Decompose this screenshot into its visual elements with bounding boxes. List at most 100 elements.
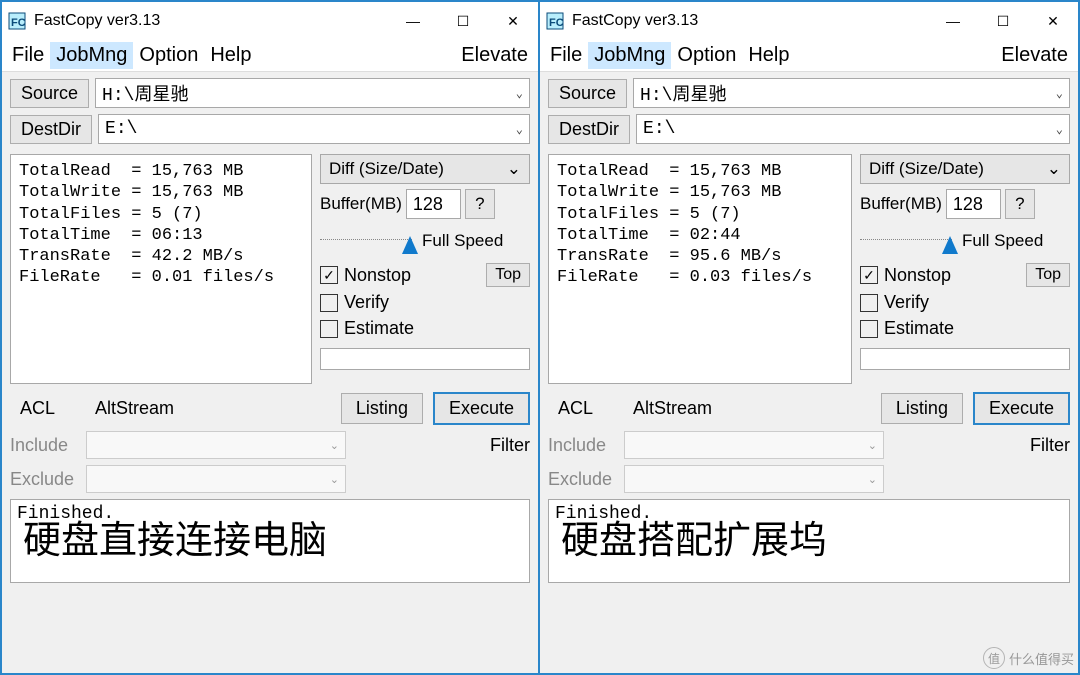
- caption-left: 硬盘直接连接电脑: [17, 522, 523, 560]
- maximize-button[interactable]: ☐: [438, 2, 488, 40]
- app-icon: FC: [8, 12, 26, 30]
- exclude-label: Exclude: [10, 469, 78, 490]
- minimize-button[interactable]: —: [388, 2, 438, 40]
- menu-elevate[interactable]: Elevate: [995, 42, 1074, 69]
- destdir-button[interactable]: DestDir: [10, 115, 92, 144]
- window-title: FastCopy ver3.13: [572, 12, 698, 30]
- menu-option[interactable]: Option: [671, 42, 742, 69]
- verify-checkbox[interactable]: [320, 294, 338, 312]
- speed-label: Full Speed: [422, 231, 503, 251]
- buffer-label: Buffer(MB): [860, 194, 942, 214]
- help-button[interactable]: ?: [1005, 189, 1035, 219]
- menu-help[interactable]: Help: [204, 42, 257, 69]
- altstream-label: AltStream: [95, 398, 174, 419]
- svg-text:FC: FC: [11, 17, 26, 29]
- menu-jobmng[interactable]: JobMng: [588, 42, 671, 69]
- log-box: Finished. 硬盘搭配扩展坞: [548, 499, 1070, 583]
- destdir-value: E:\: [105, 119, 137, 139]
- exclude-label: Exclude: [548, 469, 616, 490]
- verify-label: Verify: [344, 292, 389, 313]
- buffer-input[interactable]: [406, 189, 461, 219]
- watermark-icon: 值: [983, 647, 1005, 669]
- source-value: H:\周星驰: [102, 80, 188, 106]
- log-box: Finished. 硬盘直接连接电脑: [10, 499, 530, 583]
- top-button[interactable]: Top: [486, 263, 530, 287]
- include-label: Include: [10, 435, 78, 456]
- close-button[interactable]: ✕: [1028, 2, 1078, 40]
- verify-label: Verify: [884, 292, 929, 313]
- exclude-combo[interactable]: ⌄: [86, 465, 346, 493]
- window-right: FC FastCopy ver3.13 — ☐ ✕ File JobMng Op…: [540, 2, 1078, 673]
- stats-box: TotalRead = 15,763 MB TotalWrite = 15,76…: [10, 154, 312, 384]
- acl-label: ACL: [20, 398, 55, 419]
- blank-field: [320, 348, 530, 370]
- app-icon: FC: [546, 12, 564, 30]
- window-title: FastCopy ver3.13: [34, 12, 160, 30]
- include-combo[interactable]: ⌄: [624, 431, 884, 459]
- destdir-combo[interactable]: E:\ ⌄: [636, 114, 1070, 144]
- close-button[interactable]: ✕: [488, 2, 538, 40]
- menu-elevate[interactable]: Elevate: [455, 42, 534, 69]
- listing-button[interactable]: Listing: [881, 393, 963, 424]
- source-value: H:\周星驰: [640, 80, 726, 106]
- nonstop-label: Nonstop: [884, 265, 951, 286]
- top-button[interactable]: Top: [1026, 263, 1070, 287]
- titlebar: FC FastCopy ver3.13 — ☐ ✕: [2, 2, 538, 40]
- watermark: 值 什么值得买: [983, 647, 1074, 669]
- slider-thumb-icon[interactable]: [942, 236, 958, 254]
- include-combo[interactable]: ⌄: [86, 431, 346, 459]
- listing-button[interactable]: Listing: [341, 393, 423, 424]
- slider-thumb-icon[interactable]: [402, 236, 418, 254]
- estimate-checkbox[interactable]: [320, 320, 338, 338]
- speed-slider[interactable]: [860, 239, 952, 244]
- execute-button[interactable]: Execute: [433, 392, 530, 425]
- minimize-button[interactable]: —: [928, 2, 978, 40]
- chevron-down-icon: ⌄: [1047, 159, 1061, 179]
- speed-slider[interactable]: [320, 239, 412, 244]
- destdir-combo[interactable]: E:\⌄: [98, 114, 530, 144]
- menu-help[interactable]: Help: [742, 42, 795, 69]
- chevron-down-icon: ⌄: [330, 473, 339, 486]
- chevron-down-icon: ⌄: [516, 86, 523, 101]
- menu-jobmng[interactable]: JobMng: [50, 42, 133, 69]
- chevron-down-icon: ⌄: [330, 439, 339, 452]
- estimate-checkbox[interactable]: [860, 320, 878, 338]
- nonstop-checkbox[interactable]: ✓: [860, 266, 878, 284]
- execute-button[interactable]: Execute: [973, 392, 1070, 425]
- filter-label: Filter: [1030, 435, 1070, 456]
- include-label: Include: [548, 435, 616, 456]
- buffer-input[interactable]: [946, 189, 1001, 219]
- caption-right: 硬盘搭配扩展坞: [555, 522, 1063, 560]
- exclude-combo[interactable]: ⌄: [624, 465, 884, 493]
- window-left: FC FastCopy ver3.13 — ☐ ✕ File JobMng Op…: [2, 2, 540, 673]
- acl-label: ACL: [558, 398, 593, 419]
- menubar: File JobMng Option Help Elevate: [540, 40, 1078, 72]
- buffer-label: Buffer(MB): [320, 194, 402, 214]
- source-combo[interactable]: H:\周星驰 ⌄: [95, 78, 530, 108]
- menu-option[interactable]: Option: [133, 42, 204, 69]
- chevron-down-icon: ⌄: [1056, 122, 1063, 137]
- chevron-down-icon: ⌄: [507, 159, 521, 179]
- mode-select[interactable]: Diff (Size/Date)⌄: [860, 154, 1070, 184]
- source-combo[interactable]: H:\周星驰⌄: [633, 78, 1070, 108]
- estimate-label: Estimate: [884, 318, 954, 339]
- titlebar: FC FastCopy ver3.13 — ☐ ✕: [540, 2, 1078, 40]
- watermark-text: 什么值得买: [1009, 649, 1074, 668]
- help-button[interactable]: ?: [465, 189, 495, 219]
- source-button[interactable]: Source: [548, 79, 627, 108]
- speed-label: Full Speed: [962, 231, 1043, 251]
- altstream-label: AltStream: [633, 398, 712, 419]
- source-button[interactable]: Source: [10, 79, 89, 108]
- menu-file[interactable]: File: [6, 42, 50, 69]
- nonstop-label: Nonstop: [344, 265, 411, 286]
- destdir-value: E:\: [643, 119, 675, 139]
- maximize-button[interactable]: ☐: [978, 2, 1028, 40]
- mode-select[interactable]: Diff (Size/Date)⌄: [320, 154, 530, 184]
- destdir-button[interactable]: DestDir: [548, 115, 630, 144]
- menu-file[interactable]: File: [544, 42, 588, 69]
- menubar: File JobMng Option Help Elevate: [2, 40, 538, 72]
- svg-text:FC: FC: [549, 17, 564, 29]
- verify-checkbox[interactable]: [860, 294, 878, 312]
- chevron-down-icon: ⌄: [868, 439, 877, 452]
- nonstop-checkbox[interactable]: ✓: [320, 266, 338, 284]
